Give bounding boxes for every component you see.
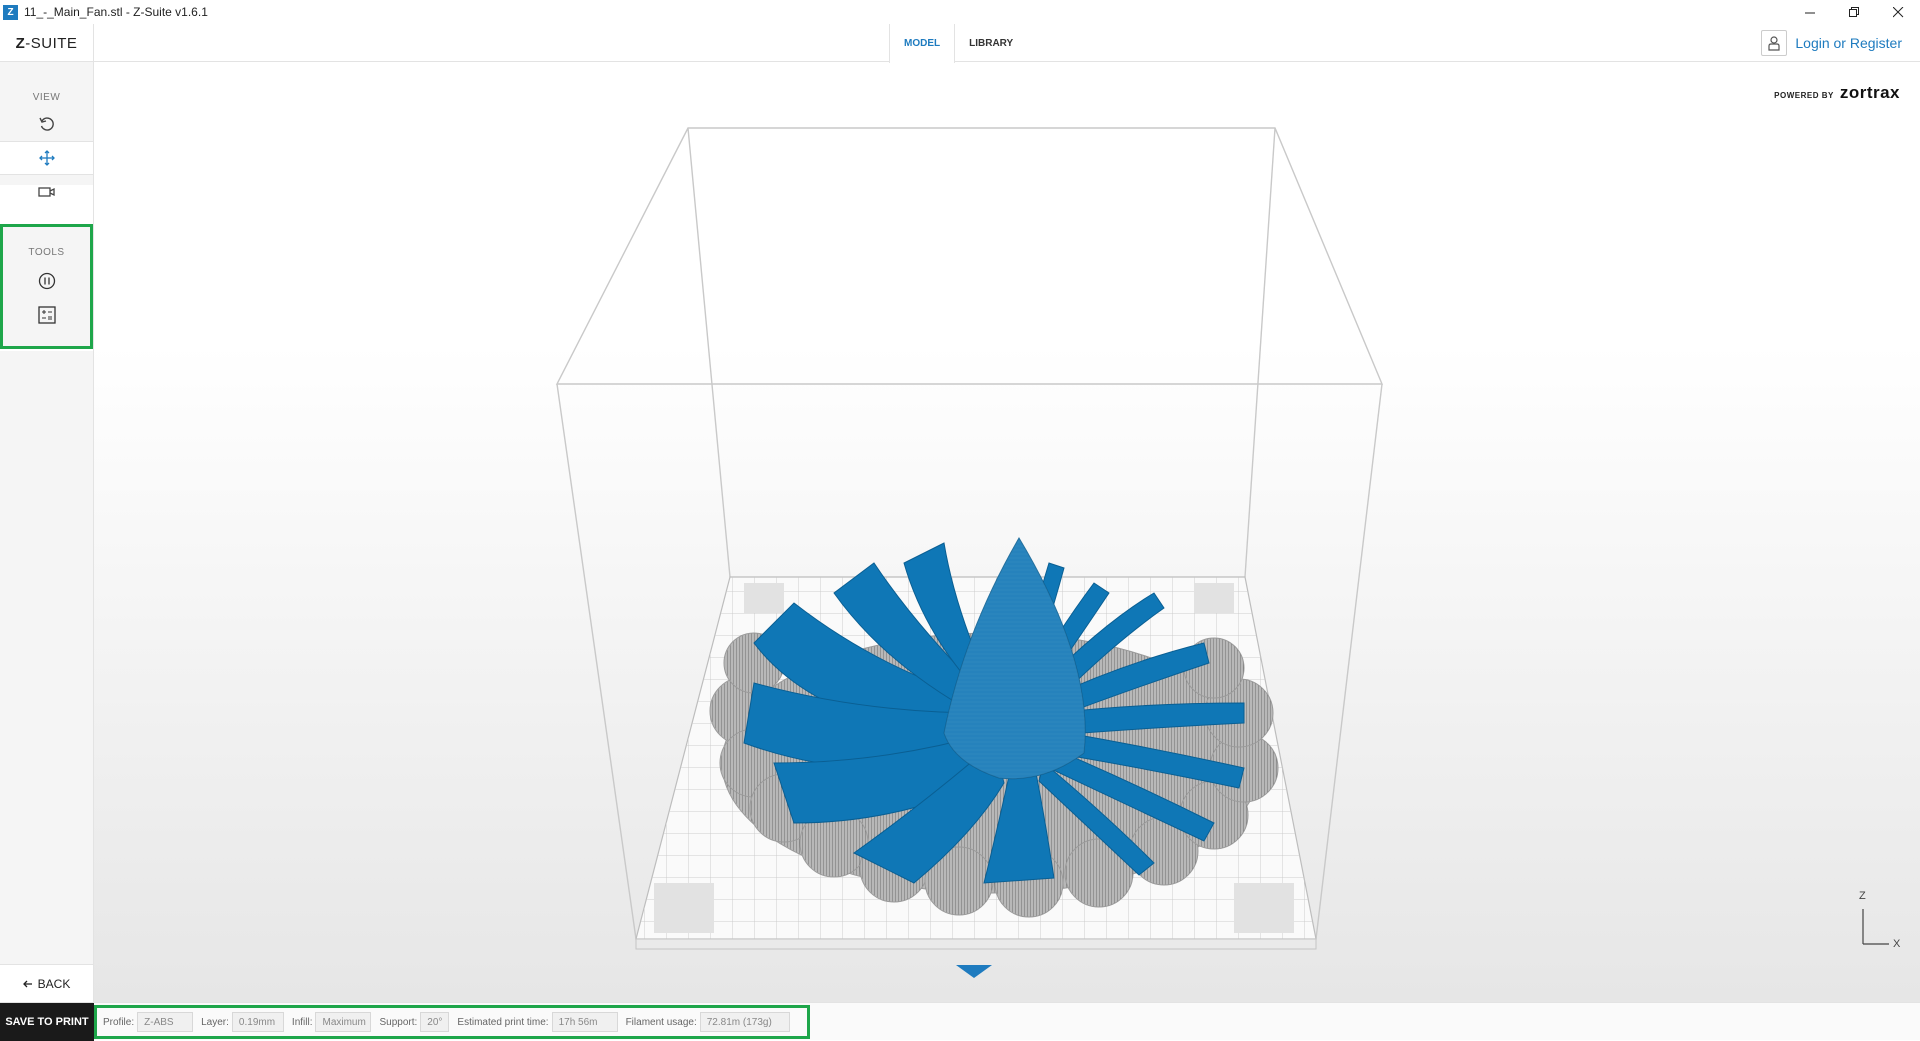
- window-titlebar: Z 11_-_Main_Fan.stl - Z-Suite v1.6.1: [0, 0, 1920, 24]
- move-view-button[interactable]: [0, 141, 93, 175]
- pause-icon: [38, 272, 55, 290]
- calculator-icon: [37, 306, 56, 324]
- print-time-label: Estimated print time:: [457, 1016, 549, 1028]
- app-header: Z -SUITE MODEL LIBRARY Login or Register: [0, 24, 1920, 63]
- window-title: 11_-_Main_Fan.stl - Z-Suite v1.6.1: [24, 5, 208, 19]
- profile-label: Profile:: [103, 1016, 135, 1028]
- logo-text: -SUITE: [25, 34, 78, 52]
- close-button[interactable]: [1876, 0, 1920, 24]
- layer-value: 0.19mm: [231, 1012, 284, 1032]
- view-section: VIEW: [0, 62, 93, 197]
- axis-x-label: X: [1893, 938, 1901, 950]
- rotate-view-button[interactable]: [0, 107, 93, 141]
- scene-svg: [555, 127, 1889, 978]
- print-summary: Profile: Z-ABS Layer: 0.19mm Infill: Max…: [94, 1005, 810, 1039]
- axis-gizmo: [1862, 909, 1889, 945]
- tools-section: TOOLS: [0, 224, 93, 349]
- restore-button[interactable]: [1832, 0, 1876, 24]
- support-label: Support:: [379, 1016, 418, 1028]
- axis-z-label: Z: [1859, 890, 1866, 902]
- collapse-arrow-icon: [956, 965, 992, 978]
- profile-value: Z-ABS: [137, 1012, 194, 1032]
- back-label: BACK: [37, 976, 71, 991]
- camera-icon: [37, 187, 55, 197]
- main-tabs: MODEL LIBRARY: [889, 24, 1027, 63]
- tab-model[interactable]: MODEL: [889, 24, 956, 63]
- camera-view-button[interactable]: [0, 175, 93, 209]
- login-link[interactable]: Login or Register: [1795, 35, 1902, 51]
- infill-label: Infill:: [291, 1016, 313, 1028]
- rotate-icon: [38, 117, 54, 131]
- close-icon: [1892, 6, 1903, 17]
- restore-icon: [1848, 6, 1859, 17]
- user-icon[interactable]: [1761, 30, 1788, 56]
- move-icon: [38, 150, 55, 166]
- 3d-viewport[interactable]: POWERED BY zortrax Z X: [94, 63, 1920, 1002]
- left-sidebar: VIEW TOOLS BACK: [0, 62, 94, 1002]
- minimize-icon: [1804, 12, 1815, 13]
- view-label: VIEW: [32, 92, 61, 103]
- tools-label: TOOLS: [28, 247, 65, 258]
- login-area[interactable]: Login or Register: [1761, 30, 1902, 56]
- minimize-button[interactable]: [1788, 0, 1832, 24]
- logo-mark: Z: [15, 34, 26, 52]
- app-icon: Z: [3, 4, 18, 20]
- filament-label: Filament usage:: [625, 1016, 697, 1028]
- arrow-left-icon: [22, 980, 32, 987]
- save-to-print-button[interactable]: SAVE TO PRINT: [0, 1003, 94, 1041]
- filament-value: 72.81m (173g): [699, 1012, 790, 1032]
- back-button[interactable]: BACK: [0, 964, 93, 1002]
- support-value: 20°: [420, 1012, 450, 1032]
- tab-library[interactable]: LIBRARY: [955, 24, 1027, 62]
- print-time-value: 17h 56m: [551, 1012, 618, 1032]
- zsuite-logo: Z -SUITE: [0, 24, 94, 62]
- layer-label: Layer:: [201, 1016, 229, 1028]
- bottom-status-bar: SAVE TO PRINT Profile: Z-ABS Layer: 0.19…: [0, 1002, 1920, 1041]
- calculator-tool-button[interactable]: [3, 298, 90, 332]
- window-controls: [1788, 0, 1920, 24]
- infill-value: Maximum: [315, 1012, 372, 1032]
- pause-tool-button[interactable]: [3, 264, 90, 298]
- sidebar-empty-area: [0, 351, 93, 964]
